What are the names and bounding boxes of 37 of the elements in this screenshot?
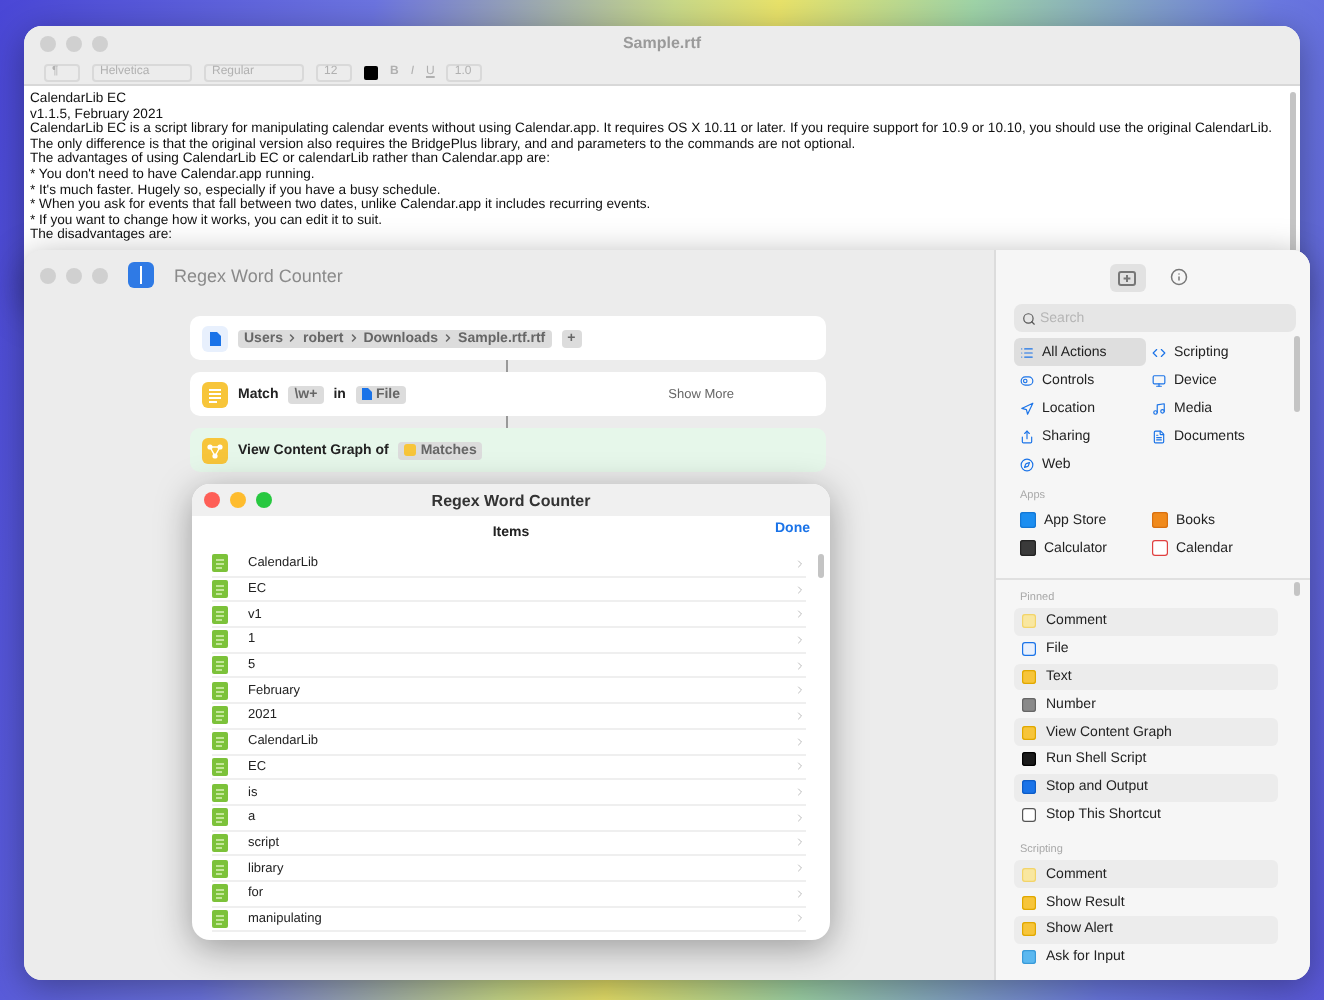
text-file-icon: [212, 656, 228, 675]
app-icon: [128, 262, 154, 288]
location-arrow-icon: [1020, 401, 1034, 415]
text-file-icon: [212, 808, 228, 827]
list-icon: [1020, 345, 1034, 359]
window-title: Sample.rtf: [622, 34, 702, 52]
library-tab[interactable]: [1109, 263, 1145, 291]
code-icon: [1152, 345, 1166, 359]
text-file-icon: [212, 909, 228, 928]
window-controls[interactable]: [204, 492, 272, 508]
text-file-icon: [212, 706, 228, 725]
text-file-icon: [212, 859, 228, 878]
toggle-icon: [1020, 373, 1034, 387]
share-icon: [1020, 429, 1034, 443]
window-title: Regex Word Counter: [174, 265, 343, 285]
text-file-icon: [212, 884, 228, 903]
compass-icon: [1020, 457, 1034, 471]
chevron-icon: [286, 332, 299, 344]
text-file-icon: [212, 757, 228, 776]
window-title: Regex Word Counter: [431, 491, 591, 509]
search-icon: [1022, 311, 1036, 325]
text-file-icon: [212, 580, 228, 599]
text-color-swatch[interactable]: [364, 65, 378, 79]
text-file-icon: [212, 554, 228, 573]
text-file-icon: [212, 605, 228, 624]
info-icon: [1170, 268, 1188, 286]
text-file-icon: [212, 630, 228, 649]
text-file-icon: [212, 833, 228, 852]
text-file-icon: [212, 681, 228, 700]
variable-icon: [404, 444, 417, 456]
monitor-icon: [1152, 373, 1166, 387]
text-file-icon: [212, 783, 228, 802]
text-file-icon: [212, 732, 228, 751]
add-box-icon: [1118, 268, 1136, 286]
chevron-icon: [442, 332, 455, 344]
chevron-icon: [347, 332, 360, 344]
music-note-icon: [1152, 401, 1166, 415]
